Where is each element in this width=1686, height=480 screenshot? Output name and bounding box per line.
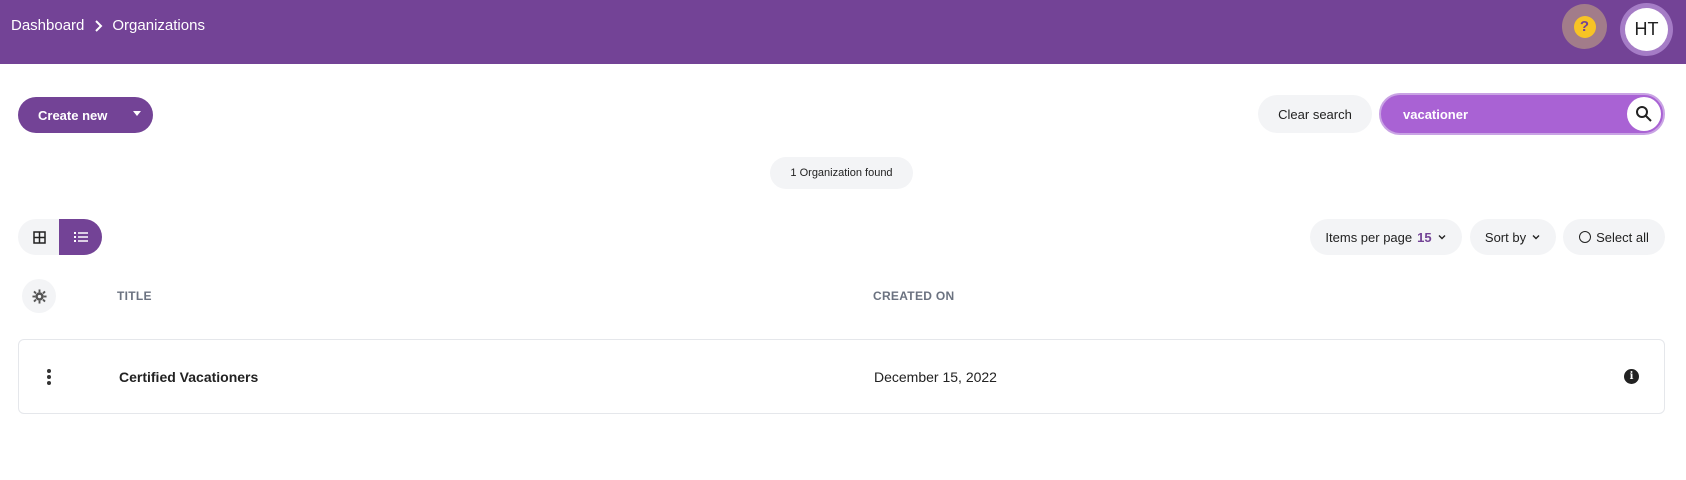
breadcrumb-dashboard-link[interactable]: Dashboard (11, 17, 84, 34)
clear-search-button[interactable]: Clear search (1258, 95, 1372, 133)
chevron-down-icon (1438, 235, 1446, 240)
gear-icon (31, 288, 47, 304)
search-box (1379, 93, 1665, 135)
column-header-created-on[interactable]: CREATED ON (873, 289, 954, 303)
select-all-button[interactable]: Select all (1563, 219, 1665, 255)
results-count-badge: 1 Organization found (770, 157, 913, 189)
caret-down-icon[interactable] (133, 111, 141, 116)
items-per-page-value: 15 (1417, 229, 1432, 245)
chevron-down-icon (1532, 235, 1540, 240)
chevron-right-icon (95, 19, 103, 32)
row-created-on: December 15, 2022 (874, 369, 997, 385)
table-row[interactable]: Certified Vacationers December 15, 2022 … (18, 339, 1665, 414)
breadcrumb: Dashboard Organizations (11, 17, 205, 34)
breadcrumb-current: Organizations (112, 17, 205, 34)
help-button[interactable]: ? (1562, 4, 1607, 49)
grid-view-button[interactable] (18, 219, 60, 255)
select-all-label: Select all (1596, 229, 1649, 245)
search-input[interactable] (1403, 104, 1623, 124)
items-per-page-dropdown[interactable]: Items per page 15 (1310, 219, 1462, 255)
info-icon[interactable]: i (1624, 369, 1639, 384)
question-mark-icon: ? (1573, 15, 1596, 38)
view-toggle (18, 219, 102, 255)
list-view-button[interactable] (59, 219, 102, 255)
avatar[interactable]: HT (1620, 3, 1673, 56)
grid-icon (32, 230, 46, 244)
create-new-label: Create new (38, 107, 108, 123)
search-icon (1636, 106, 1652, 122)
radio-circle-icon (1579, 231, 1592, 243)
create-new-button[interactable]: Create new (18, 97, 153, 133)
avatar-initials: HT (1625, 8, 1668, 51)
top-bar: Dashboard Organizations ? HT (0, 0, 1686, 64)
row-title[interactable]: Certified Vacationers (119, 369, 258, 385)
search-button[interactable] (1627, 97, 1661, 131)
items-per-page-label: Items per page (1325, 229, 1413, 245)
column-settings-button[interactable] (22, 279, 56, 313)
more-vertical-icon[interactable] (41, 367, 57, 387)
column-header-title[interactable]: TITLE (117, 289, 152, 303)
sort-by-dropdown[interactable]: Sort by (1470, 219, 1556, 255)
sort-by-label: Sort by (1484, 229, 1527, 245)
list-icon (73, 232, 88, 242)
